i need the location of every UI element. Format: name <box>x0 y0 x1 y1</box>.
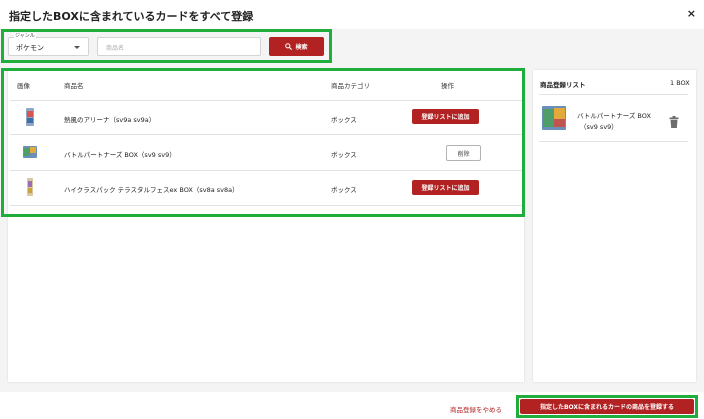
registration-list-count: 1 BOX <box>670 79 690 87</box>
list-item-thumbnail <box>541 103 567 133</box>
trash-icon[interactable] <box>669 113 679 128</box>
table-highlight <box>1 68 525 217</box>
submit-highlight <box>516 395 698 418</box>
modal-title: 指定したBOXに含まれているカードをすべて登録 <box>9 10 254 23</box>
list-item-divider <box>539 141 688 142</box>
list-item-name: バトルパートナーズ BOX <box>577 112 651 120</box>
list-item-code: （sv9 sv9） <box>580 123 618 131</box>
search-area-highlight <box>1 29 332 63</box>
cancel-registration-link[interactable]: 商品登録をやめる <box>450 404 502 414</box>
registration-list-title: 商品登録リスト <box>540 81 586 89</box>
close-icon[interactable]: × <box>687 8 696 19</box>
modal-header: 指定したBOXに含まれているカードをすべて登録 × <box>0 0 704 29</box>
list-header-divider <box>539 94 688 95</box>
